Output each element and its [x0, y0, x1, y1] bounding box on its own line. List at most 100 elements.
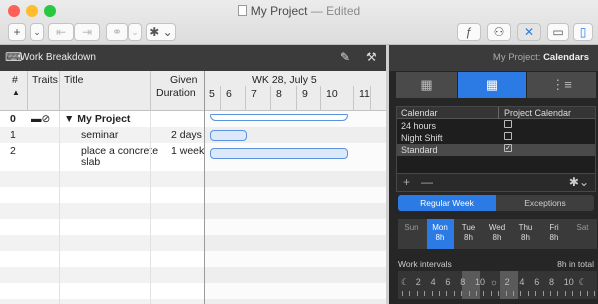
gantt-divider[interactable] — [204, 111, 205, 304]
column-header-duration[interactable]: Duration — [156, 87, 196, 99]
project-calendar-checkbox[interactable] — [504, 132, 512, 140]
row-title-continued: slab — [81, 156, 101, 168]
weekday-fri[interactable]: Fri 8h — [541, 219, 568, 249]
ruler-tick — [468, 291, 470, 296]
ruler-label: ☼ — [489, 277, 499, 287]
project-calendar-checkbox[interactable]: ✓ — [504, 144, 512, 152]
sort-ascending-icon[interactable]: ▲ — [12, 88, 20, 97]
column-header-traits[interactable]: Traits — [32, 74, 58, 86]
formula-icon-button[interactable]: ƒ — [457, 23, 481, 41]
link-button[interactable]: ⚭ — [106, 23, 128, 41]
calendar-name: Night Shift — [401, 133, 443, 143]
calendar-footer: + — ✱⌄ — [396, 174, 596, 192]
gantt-day-label: 11 — [359, 88, 370, 100]
column-divider — [59, 71, 60, 111]
ruler-tick — [587, 291, 588, 296]
gantt-day-label: 6 — [226, 88, 232, 100]
weekday-hours: 8h — [549, 233, 559, 242]
ruler-tick — [461, 291, 463, 296]
weekday-sun[interactable]: Sun — [398, 219, 425, 249]
calendar-gear-button[interactable]: ✱⌄ — [569, 175, 589, 189]
tools-icon-button[interactable]: ✕ — [517, 23, 541, 41]
bottom-pane-icon-button[interactable]: ▭ — [547, 23, 569, 41]
inspector-title-strong: Calendars — [543, 52, 589, 63]
inspector-tab-document[interactable]: ▦ — [396, 72, 457, 98]
add-button[interactable]: + — [8, 23, 26, 41]
work-breakdown-pane: ⌨ Work Breakdown ✎ ⚒ # ▲ Traits Title Gi… — [0, 45, 386, 304]
weekday-sat[interactable]: Sat — [569, 219, 596, 249]
add-calendar-button[interactable]: + — [403, 175, 410, 189]
ruler-label: 2 — [415, 277, 421, 287]
ruler-label: 2 — [504, 277, 510, 287]
weekday-thu[interactable]: Thu 8h — [512, 219, 539, 249]
calendar-row[interactable]: 24 hours — [397, 120, 595, 132]
column-divider — [150, 71, 151, 111]
column-divider — [150, 111, 151, 304]
work-breakdown-bar: ⌨ Work Breakdown ✎ ⚒ — [0, 45, 386, 71]
regular-week-segment[interactable]: Regular Week — [398, 195, 496, 211]
weekday-label: Fri — [549, 223, 559, 232]
add-menu-button[interactable]: ⌄ — [30, 23, 44, 41]
inspector-title-prefix: My Project: — [492, 52, 544, 63]
column-divider — [59, 111, 60, 304]
work-intervals-label: Work intervals — [398, 259, 452, 269]
weekday-tue[interactable]: Tue 8h — [455, 219, 482, 249]
ruler-tick — [527, 291, 529, 296]
calendar-row[interactable]: Night Shift — [397, 132, 595, 144]
outdent-button[interactable]: ⇤ — [48, 23, 74, 41]
ruler-label: ☾ — [578, 277, 587, 287]
row-duration: 2 days — [171, 129, 202, 141]
inspector-pane: My Project: Calendars ▦ ▦ ⋮≡ Calendar Pr… — [389, 45, 598, 304]
window-title: My Project — Edited — [0, 4, 598, 18]
ruler-tick — [439, 291, 440, 296]
ruler-tick — [431, 291, 433, 296]
weekday-label: Thu — [518, 223, 533, 232]
resources-icon-button[interactable]: ⚇ — [487, 23, 511, 41]
task-bar[interactable] — [210, 148, 349, 159]
summary-task-bar[interactable] — [210, 114, 349, 121]
weekday-mon[interactable]: Mon 8h — [426, 219, 454, 249]
row-number: 2 — [10, 145, 16, 157]
row-number: 1 — [10, 129, 16, 141]
weekday-hours: 8h — [492, 233, 502, 242]
ruler-tick — [513, 291, 514, 296]
task-bar[interactable] — [210, 130, 248, 141]
ruler-tick — [453, 291, 455, 296]
column-header-given[interactable]: Given — [170, 74, 197, 86]
column-header-title[interactable]: Title — [64, 74, 83, 86]
ruler-tick — [550, 291, 551, 296]
ruler-tick — [572, 291, 574, 296]
gantt-day-divider — [245, 86, 246, 111]
calendar-row[interactable]: Standard ✓ — [397, 144, 595, 156]
weekday-label: Sun — [404, 223, 419, 232]
inspector-tab-list[interactable]: ⋮≡ — [527, 72, 596, 98]
weekday-wed[interactable]: Wed 8h — [484, 219, 511, 249]
wrench-icon[interactable]: ⚒ — [366, 50, 377, 64]
ruler-tick — [535, 291, 537, 296]
gantt-day-label: 10 — [326, 88, 338, 100]
calendar-table-header: Calendar Project Calendar — [397, 107, 595, 119]
remove-calendar-button[interactable]: — — [421, 175, 433, 189]
work-interval-ruler[interactable]: ☾ 2 4 6 8 10 ☼ 2 4 6 8 10 ☾ — [398, 271, 597, 299]
ruler-label: 4 — [519, 277, 525, 287]
column-divider — [27, 71, 28, 111]
exceptions-segment[interactable]: Exceptions — [496, 195, 594, 211]
column-header-number[interactable]: # — [12, 74, 18, 86]
ruler-tick — [476, 291, 477, 296]
ruler-tick — [402, 291, 403, 296]
gantt-chart — [205, 111, 386, 304]
gantt-day-divider — [353, 86, 354, 111]
actions-gear-button[interactable]: ✱ ⌄ — [146, 23, 176, 41]
inspector-title: My Project: Calendars — [389, 45, 598, 71]
link-menu-button[interactable]: ⌄ — [128, 23, 142, 41]
weekday-label: Mon — [432, 223, 448, 232]
ruler-tick — [542, 291, 544, 296]
project-calendar-checkbox[interactable] — [504, 120, 512, 128]
broom-icon[interactable]: ✎ — [340, 50, 350, 64]
calendar-table: Calendar Project Calendar 24 hours Night … — [396, 106, 596, 174]
inspector-pane-icon-button[interactable]: ▯ — [573, 23, 593, 41]
work-breakdown-label: Work Breakdown — [20, 52, 96, 63]
inspector-tab-calendar[interactable]: ▦ — [458, 72, 526, 98]
ruler-tick — [579, 291, 581, 296]
indent-button[interactable]: ⇥ — [74, 23, 100, 41]
